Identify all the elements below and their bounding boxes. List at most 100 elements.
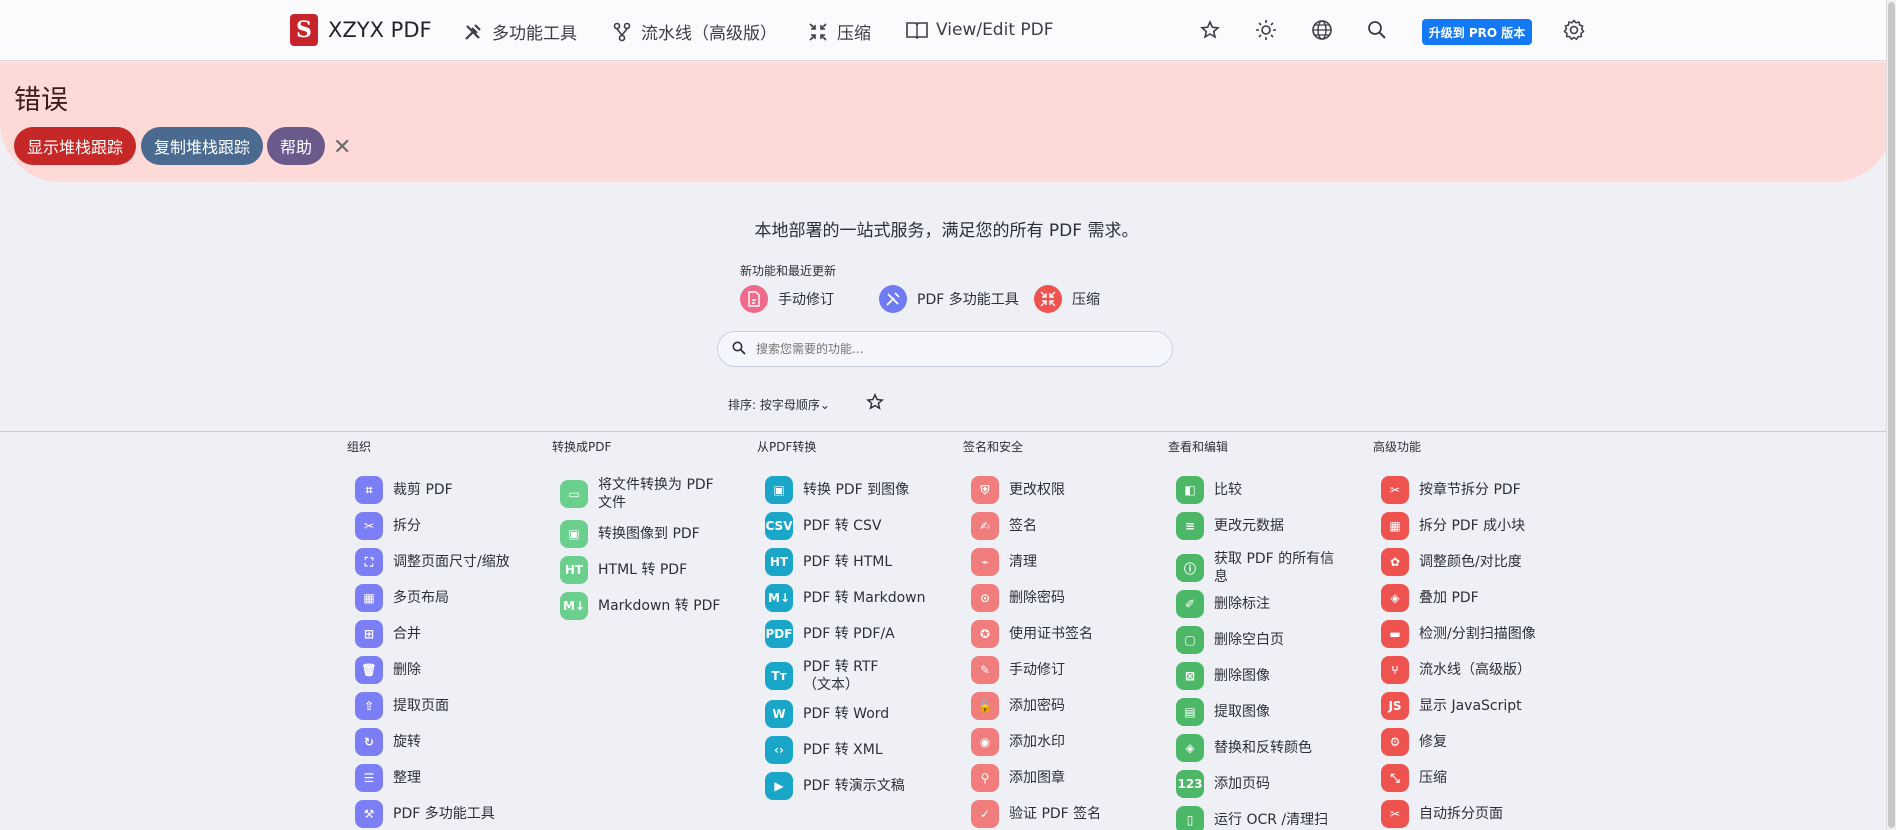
tool-item[interactable]: ✂ 按章节拆分 PDF — [1381, 476, 1581, 504]
tool-item[interactable]: ⤡ 压缩 — [1381, 764, 1581, 792]
tool-item[interactable]: 🔒 添加密码 — [971, 692, 1171, 720]
settings-gear-icon[interactable] — [1561, 17, 1587, 43]
search-input[interactable] — [756, 342, 1116, 356]
tool-item[interactable]: ◉ 添加水印 — [971, 728, 1171, 756]
word-icon: W — [765, 700, 793, 728]
tool-item[interactable]: ⓘ 获取 PDF 的所有信息 — [1176, 550, 1376, 586]
scrollbar-thumb[interactable] — [1888, 2, 1895, 828]
tool-item[interactable]: ☰ 整理 — [355, 764, 555, 792]
tool-item[interactable]: ≡ 更改元数据 — [1176, 512, 1376, 540]
tool-item[interactable]: ▤ 提取图像 — [1176, 698, 1376, 726]
nav-pipeline[interactable]: 流水线（高级版） — [611, 19, 777, 44]
logo[interactable]: S XZYX PDF — [290, 14, 432, 46]
tool-label: 添加水印 — [1009, 734, 1065, 750]
tool-item[interactable]: ⌁ 清理 — [971, 548, 1171, 576]
tool-item[interactable]: ✂ 拆分 — [355, 512, 555, 540]
tool-label: 提取页面 — [393, 698, 449, 714]
extract-image-icon: ▤ — [1176, 698, 1204, 726]
show-stack-trace-button[interactable]: 显示堆栈跟踪 — [14, 127, 136, 165]
nav-multi-tool[interactable]: 多功能工具 — [462, 19, 577, 44]
tool-item[interactable]: ↻ 旋转 — [355, 728, 555, 756]
tool-item[interactable]: ◈ 叠加 PDF — [1381, 584, 1581, 612]
tool-item[interactable]: ⛨ 更改权限 — [971, 476, 1171, 504]
tool-item[interactable]: Tт PDF 转 RTF（文本） — [765, 658, 965, 694]
sort-dropdown[interactable]: 排序: 按字母顺序⌄ — [728, 396, 830, 413]
tool-item[interactable]: CSV PDF 转 CSV — [765, 512, 965, 540]
search-icon[interactable] — [1364, 17, 1390, 43]
tool-item[interactable]: ◧ 比较 — [1176, 476, 1376, 504]
tool-item[interactable]: ▦ 多页布局 — [355, 584, 555, 612]
new-chip-manual-redact[interactable]: 手动修订 — [740, 285, 834, 313]
theme-sun-icon[interactable] — [1253, 17, 1279, 43]
tool-item[interactable]: ✐ 删除标注 — [1176, 590, 1376, 618]
tool-item[interactable]: ⑂ 流水线（高级版） — [1381, 656, 1581, 684]
tool-label: 拆分 PDF 成小块 — [1419, 518, 1526, 534]
tool-item[interactable]: 🗑 删除 — [355, 656, 555, 684]
help-button[interactable]: 帮助 — [267, 127, 325, 165]
tool-item[interactable]: ✂ 自动拆分页面 — [1381, 800, 1581, 828]
tool-item[interactable]: ⌗ 裁剪 PDF — [355, 476, 555, 504]
language-globe-icon[interactable] — [1309, 17, 1335, 43]
tool-label: 手动修订 — [1009, 662, 1065, 678]
tool-label: PDF 转 CSV — [803, 518, 882, 534]
tool-item[interactable]: JS 显示 JavaScript — [1381, 692, 1581, 720]
tool-item[interactable]: ▭ 将文件转换为 PDF 文件 — [560, 476, 760, 512]
metadata-icon: ≡ — [1176, 512, 1204, 540]
tool-item[interactable]: 123 添加页码 — [1176, 770, 1376, 798]
tool-item[interactable]: M↓ PDF 转 Markdown — [765, 584, 965, 612]
tool-item[interactable]: ⊙ 删除密码 — [971, 584, 1171, 612]
tool-item[interactable]: ◈ 替换和反转颜色 — [1176, 734, 1376, 762]
tool-item[interactable]: ▯ 运行 OCR /清理扫 — [1176, 806, 1376, 830]
tool-label: PDF 转 Markdown — [803, 590, 926, 606]
tool-label: 删除 — [393, 662, 421, 678]
tool-item[interactable]: ▬ 检测/分割扫描图像 — [1381, 620, 1581, 648]
tool-item[interactable]: ▶ PDF 转演示文稿 — [765, 772, 965, 800]
tool-item[interactable]: ⚙ 修复 — [1381, 728, 1581, 756]
favorites-star-icon[interactable] — [866, 393, 884, 415]
tool-item[interactable]: HT HTML 转 PDF — [560, 556, 760, 584]
tool-item[interactable]: HT PDF 转 HTML — [765, 548, 965, 576]
image-icon: ▣ — [560, 520, 588, 548]
tool-item[interactable]: ⊞ 合并 — [355, 620, 555, 648]
tool-label: 多页布局 — [393, 590, 449, 606]
verify-icon: ✓ — [971, 800, 999, 828]
tool-item[interactable]: ⇧ 提取页面 — [355, 692, 555, 720]
tagline: 本地部署的一站式服务，满足您的所有 PDF 需求。 — [754, 221, 1139, 241]
new-chip-compress[interactable]: 压缩 — [1034, 285, 1100, 313]
tool-item[interactable]: ✎ 手动修订 — [971, 656, 1171, 684]
close-icon[interactable]: ✕ — [333, 135, 351, 160]
tool-item[interactable]: ▣ 转换图像到 PDF — [560, 520, 760, 548]
tool-item[interactable]: ▦ 拆分 PDF 成小块 — [1381, 512, 1581, 540]
favorites-star-icon[interactable] — [1197, 17, 1223, 43]
tool-item[interactable]: M↓ Markdown 转 PDF — [560, 592, 760, 620]
category-from-pdf: 从PDF转换 ▣ 转换 PDF 到图像 CSV PDF 转 CSV HT PDF 转 HT… — [757, 438, 965, 800]
tool-item[interactable]: ✓ 验证 PDF 签名 — [971, 800, 1171, 828]
tool-item[interactable]: ⚒ PDF 多功能工具 — [355, 800, 555, 828]
shield-icon: ⛨ — [971, 476, 999, 504]
tool-item[interactable]: ✿ 调整颜色/对比度 — [1381, 548, 1581, 576]
tool-item[interactable]: ▢ 删除空白页 — [1176, 626, 1376, 654]
slides-icon: ▶ — [765, 772, 793, 800]
upgrade-pro-button[interactable]: 升级到 PRO 版本 — [1422, 19, 1532, 45]
tool-item[interactable]: ⚲ 添加图章 — [971, 764, 1171, 792]
markdown-icon: M↓ — [560, 592, 588, 620]
tool-item[interactable]: ✍ 签名 — [971, 512, 1171, 540]
tool-item[interactable]: ✪ 使用证书签名 — [971, 620, 1171, 648]
tool-label: PDF 转 Word — [803, 706, 890, 722]
tool-item[interactable]: ‹› PDF 转 XML — [765, 736, 965, 764]
tool-item[interactable]: W PDF 转 Word — [765, 700, 965, 728]
book-icon — [906, 19, 928, 41]
tool-item[interactable]: ⊠ 删除图像 — [1176, 662, 1376, 690]
tool-label: 删除密码 — [1009, 590, 1065, 606]
copy-stack-trace-button[interactable]: 复制堆栈跟踪 — [141, 127, 263, 165]
tool-search-box[interactable] — [717, 331, 1173, 367]
tool-item[interactable]: PDF PDF 转 PDF/A — [765, 620, 965, 648]
new-chip-multi-tool[interactable]: PDF 多功能工具 — [879, 285, 1019, 313]
brand-name: XZYX PDF — [328, 18, 432, 42]
chip-label: 手动修订 — [778, 292, 834, 308]
nav-compress[interactable]: 压缩 — [807, 19, 871, 44]
info-icon: ⓘ — [1176, 554, 1204, 582]
tool-item[interactable]: ▣ 转换 PDF 到图像 — [765, 476, 965, 504]
nav-view-edit[interactable]: View/Edit PDF — [906, 19, 1054, 41]
tool-item[interactable]: ⛶ 调整页面尺寸/缩放 — [355, 548, 555, 576]
